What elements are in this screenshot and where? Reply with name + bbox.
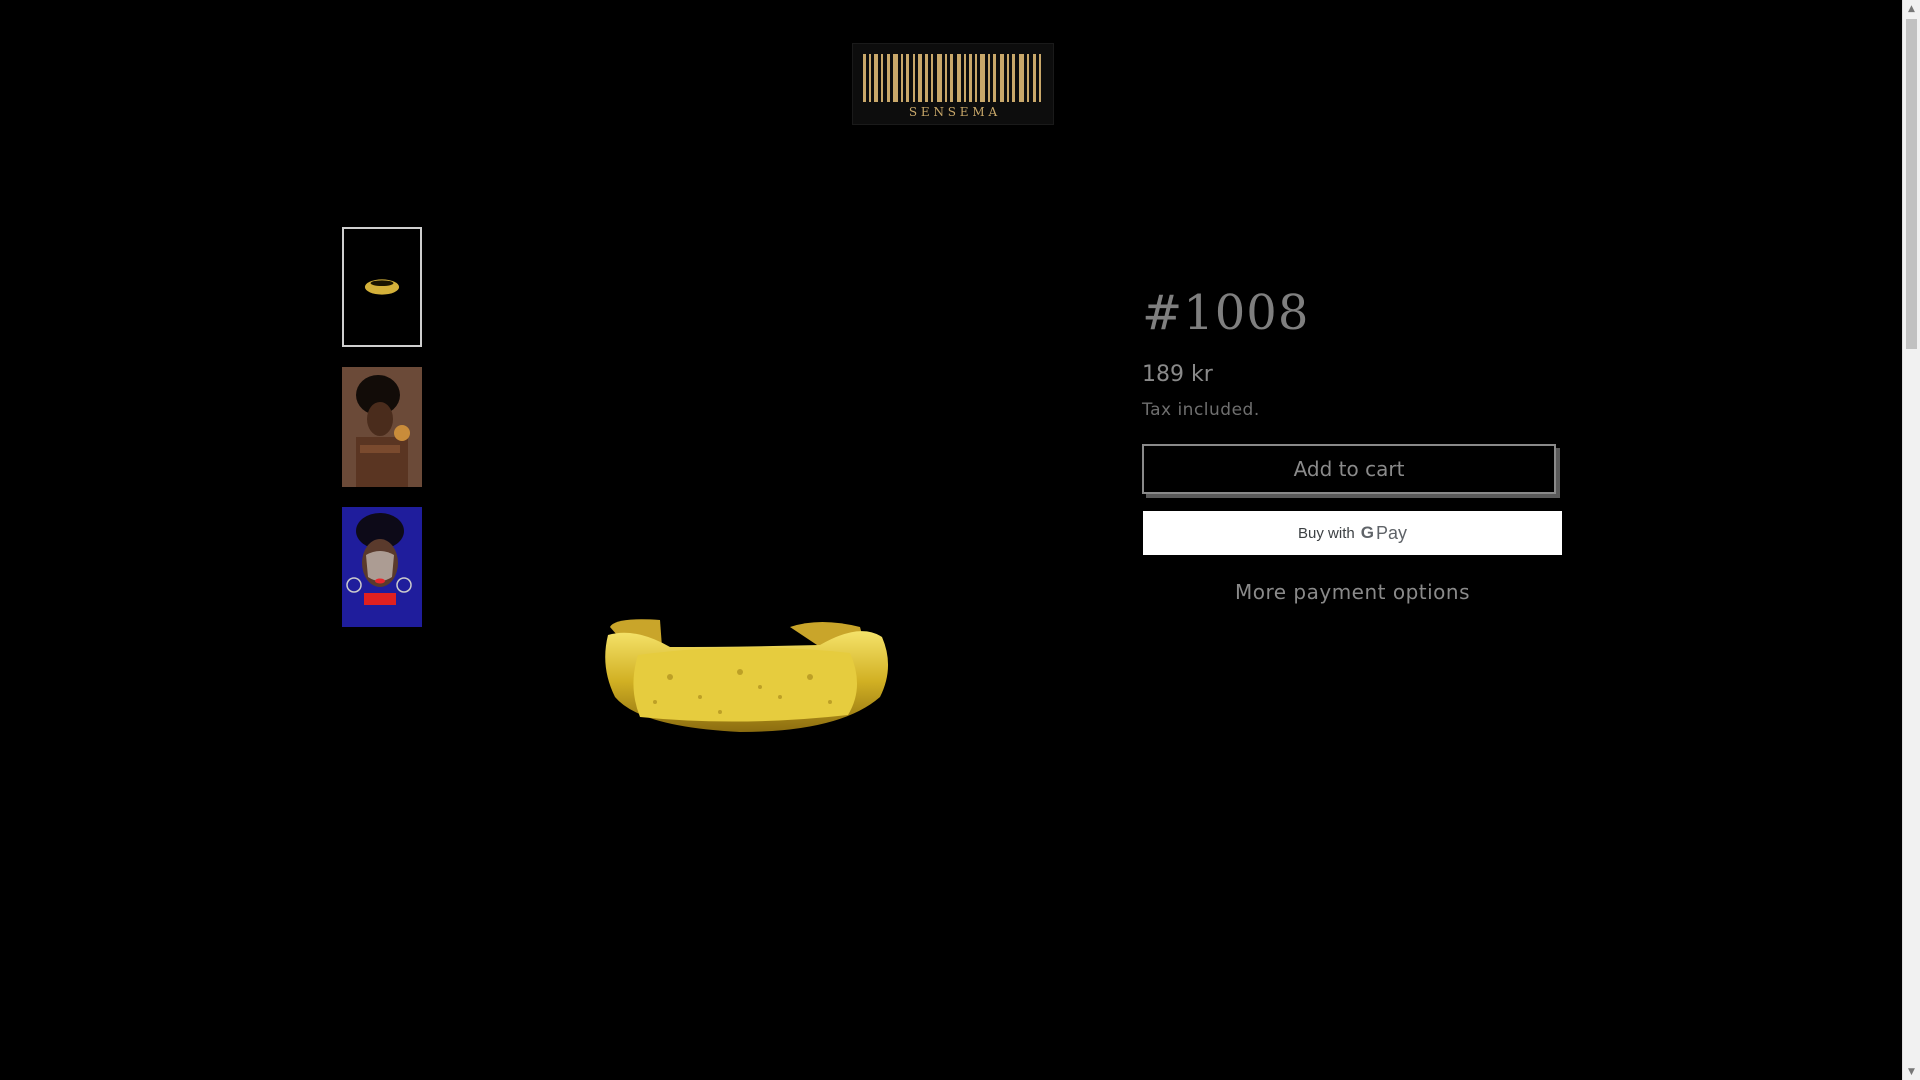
scroll-up-arrow-icon[interactable]: ▲ — [1903, 0, 1920, 17]
buy-with-gpay-button[interactable]: Buy with G Pay — [1143, 511, 1562, 555]
thumbnail-ring[interactable] — [342, 227, 422, 347]
pay-label: Pay — [1375, 522, 1407, 543]
logo-text: S E N S E M A — [909, 105, 998, 119]
google-g-icon: G — [1360, 523, 1374, 542]
scrollbar-thumb[interactable] — [1906, 19, 1917, 349]
page-scrollbar[interactable]: ▲ ▼ — [1902, 0, 1920, 1080]
product-title: #1008 — [1142, 285, 1310, 341]
scroll-down-arrow-icon[interactable]: ▼ — [1903, 1063, 1920, 1080]
product-price: 189 kr — [1142, 362, 1213, 387]
buy-with-label: Buy with — [1298, 524, 1355, 542]
tax-note: Tax included. — [1142, 400, 1260, 420]
brand-logo[interactable]: S E N S E M A — [852, 43, 1054, 125]
more-payment-options-link[interactable]: More payment options — [1143, 580, 1562, 604]
thumbnail-model-earrings[interactable] — [342, 367, 422, 487]
product-main-image[interactable] — [440, 227, 1050, 1080]
add-to-cart-button[interactable]: Add to cart — [1142, 444, 1556, 494]
thumbnail-model-facepaint[interactable] — [342, 507, 422, 627]
